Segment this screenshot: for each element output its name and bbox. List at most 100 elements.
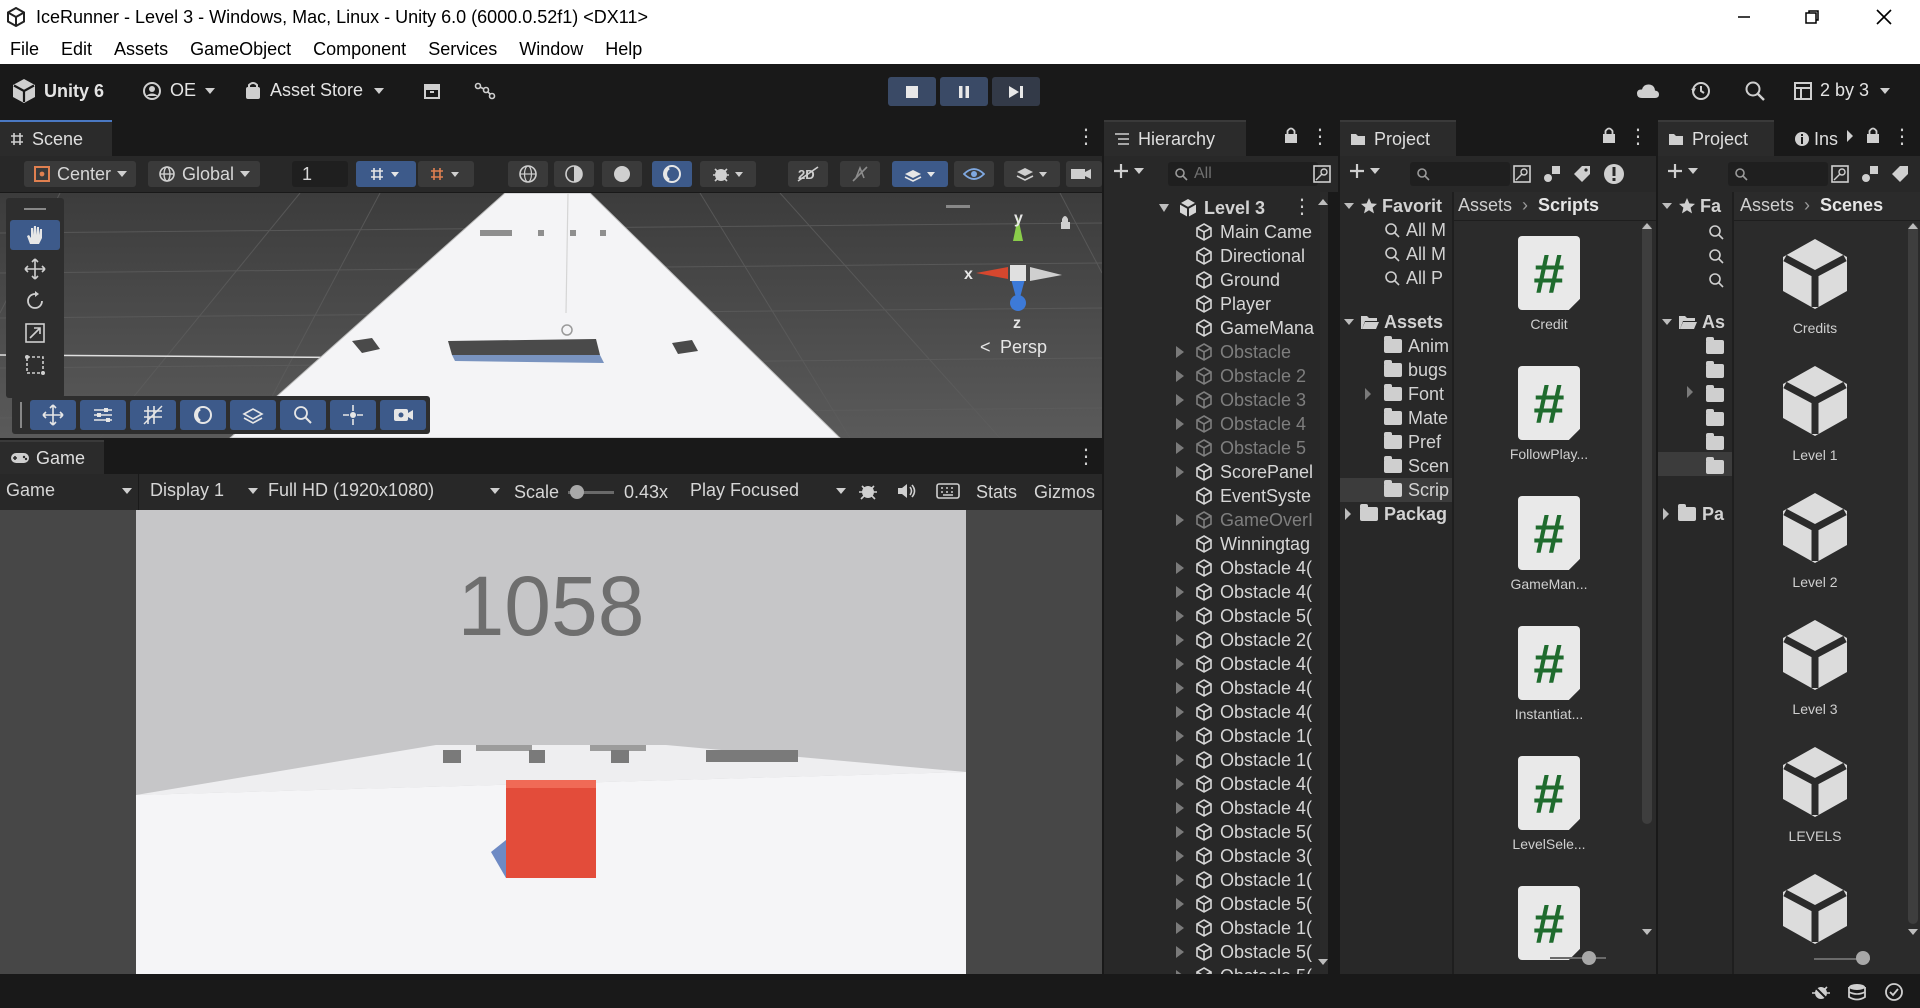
hierarchy-item[interactable]: Obstacle 2 — [1194, 364, 1306, 388]
hierarchy-scene-visibility-button[interactable] — [1312, 164, 1332, 184]
project2-packages-section[interactable]: Pa — [1662, 502, 1724, 526]
script-asset[interactable]: # FollowPlay... — [1494, 366, 1604, 462]
expand-arrow-icon[interactable] — [1176, 370, 1184, 382]
project1-search-field[interactable] — [1410, 162, 1510, 186]
expand-arrow-icon[interactable] — [1176, 874, 1184, 886]
menu-services[interactable]: Services — [428, 39, 497, 60]
hierarchy-item[interactable]: Obstacle 4( — [1194, 796, 1312, 820]
menu-gameobject[interactable]: GameObject — [190, 39, 291, 60]
breadcrumb-scenes[interactable]: Scenes — [1820, 195, 1883, 216]
project1-filter-label-button[interactable] — [1572, 164, 1592, 184]
rect-tool-button[interactable] — [10, 350, 60, 380]
project1-console-errors-button[interactable] — [1602, 162, 1626, 186]
project2-menu-dots[interactable]: ⋮ — [1892, 124, 1912, 149]
tab-game[interactable]: Game — [0, 440, 104, 474]
shaded-wireframe-button[interactable] — [554, 161, 594, 187]
expand-arrow-icon[interactable] — [1176, 346, 1184, 358]
project2-folder-selected[interactable] — [1658, 452, 1732, 476]
scroll-up-icon[interactable] — [1642, 222, 1652, 230]
project1-scrollbar-thumb[interactable] — [1642, 224, 1652, 824]
favorite-item[interactable]: All M — [1384, 218, 1446, 242]
version-control-button[interactable] — [474, 82, 496, 100]
shortcuts-button[interactable] — [936, 482, 960, 500]
overlay-handle[interactable] — [20, 402, 22, 428]
project2-folder-3[interactable] — [1706, 385, 1730, 402]
tab-project-1[interactable]: Project — [1340, 120, 1456, 156]
game-menu-dots[interactable]: ⋮ — [1076, 444, 1096, 469]
expand-arrow-icon[interactable] — [1176, 898, 1184, 910]
orientation-overlay-toggle[interactable] — [330, 400, 376, 430]
menu-window[interactable]: Window — [519, 39, 583, 60]
scene-asset[interactable]: LEVELS — [1760, 744, 1870, 844]
hierarchy-item[interactable]: Obstacle 5( — [1194, 892, 1312, 916]
project1-zoom-slider-track[interactable] — [1550, 957, 1606, 959]
script-asset[interactable]: # LevelSele... — [1494, 756, 1604, 852]
breadcrumb-scripts[interactable]: Scripts — [1538, 195, 1599, 216]
hierarchy-item[interactable]: Obstacle 4( — [1194, 772, 1312, 796]
hierarchy-item[interactable]: Obstacle 5( — [1194, 940, 1312, 964]
expand-arrow-icon[interactable] — [1176, 922, 1184, 934]
scene-asset[interactable]: Level 1 — [1760, 363, 1870, 463]
scene-asset[interactable] — [1760, 871, 1870, 955]
folder-item[interactable]: bugs — [1384, 358, 1447, 382]
resolution-dropdown[interactable]: Full HD (1920x1080) — [268, 480, 500, 501]
hierarchy-item[interactable]: Obstacle 1( — [1194, 724, 1312, 748]
stats-button[interactable]: Stats — [976, 482, 1017, 503]
cloud-button[interactable] — [1636, 82, 1660, 100]
hierarchy-lock-button[interactable] — [1284, 126, 1298, 144]
asset-store-dropdown[interactable]: Asset Store — [244, 80, 385, 101]
hierarchy-item[interactable]: Obstacle 4( — [1194, 700, 1312, 724]
folder-item[interactable]: Mate — [1384, 406, 1448, 430]
move-tool-button[interactable] — [10, 254, 60, 284]
play-mode-dropdown[interactable]: Play Focused — [690, 480, 846, 501]
favorites-section[interactable]: Favorit — [1344, 194, 1442, 218]
expand-arrow-icon[interactable] — [1176, 778, 1184, 790]
hierarchy-item[interactable]: Winningtag — [1194, 532, 1310, 556]
hierarchy-item[interactable]: Obstacle 4( — [1194, 676, 1312, 700]
folder-item[interactable]: Scen — [1384, 454, 1449, 478]
grid-snapping-toggle[interactable] — [356, 161, 416, 187]
tool-settings-toggle[interactable] — [80, 400, 126, 430]
breadcrumb-assets[interactable]: Assets — [1740, 195, 1794, 216]
scroll-down-icon[interactable] — [1642, 928, 1652, 936]
close-window-button[interactable] — [1854, 0, 1914, 34]
expand-arrow-icon[interactable] — [1176, 562, 1184, 574]
search-button[interactable] — [1744, 80, 1766, 102]
hierarchy-item[interactable]: Obstacle 4( — [1194, 652, 1312, 676]
hierarchy-item[interactable]: Obstacle 4 — [1194, 412, 1306, 436]
hierarchy-item[interactable]: Obstacle 5 — [1194, 436, 1306, 460]
expand-arrow-icon[interactable] — [1176, 442, 1184, 454]
expand-arrow-icon[interactable] — [1176, 754, 1184, 766]
hierarchy-item[interactable]: Obstacle 1( — [1194, 868, 1312, 892]
project1-filter-type-button[interactable] — [1542, 164, 1562, 184]
expand-arrow-icon[interactable] — [1176, 634, 1184, 646]
expand-arrow-icon[interactable] — [1176, 682, 1184, 694]
hierarchy-item[interactable]: Obstacle 1( — [1194, 748, 1312, 772]
menu-file[interactable]: File — [10, 39, 39, 60]
project2-search-by-type-button[interactable] — [1830, 164, 1850, 184]
expand-arrow-icon[interactable] — [1176, 610, 1184, 622]
gizmos-button[interactable]: Gizmos — [1034, 482, 1095, 503]
scene-row-menu-dots[interactable]: ⋮ — [1292, 194, 1312, 219]
favorite-search-3[interactable] — [1708, 272, 1724, 288]
project2-folder-1[interactable] — [1706, 337, 1730, 354]
hierarchy-item[interactable]: Obstacle 5( — [1194, 820, 1312, 844]
favorite-item[interactable]: All P — [1384, 266, 1443, 290]
scene-menu-dots[interactable]: ⋮ — [1076, 124, 1096, 149]
expand-arrow-icon[interactable] — [1158, 203, 1170, 213]
tab-project-2[interactable]: Project — [1658, 120, 1774, 156]
transform-tools-toggle[interactable] — [30, 400, 76, 430]
search-overlay-toggle[interactable] — [280, 400, 326, 430]
project2-search-field[interactable] — [1728, 162, 1828, 186]
hierarchy-item[interactable]: Directional — [1194, 244, 1305, 268]
pivot-mode-dropdown[interactable]: Center — [24, 161, 136, 187]
hierarchy-create-button[interactable] — [1112, 162, 1144, 180]
layout-dropdown[interactable]: 2 by 3 — [1794, 80, 1891, 101]
hierarchy-item[interactable]: Obstacle 4( — [1194, 556, 1312, 580]
project2-favorites-section[interactable]: Fa — [1662, 194, 1721, 218]
view-options-overlay-toggle[interactable] — [230, 400, 276, 430]
scale-slider-thumb[interactable] — [570, 485, 584, 499]
rotate-tool-button[interactable] — [10, 286, 60, 316]
hierarchy-item[interactable]: Obstacle 5( — [1194, 604, 1312, 628]
hierarchy-scrollbar[interactable] — [1320, 192, 1328, 974]
